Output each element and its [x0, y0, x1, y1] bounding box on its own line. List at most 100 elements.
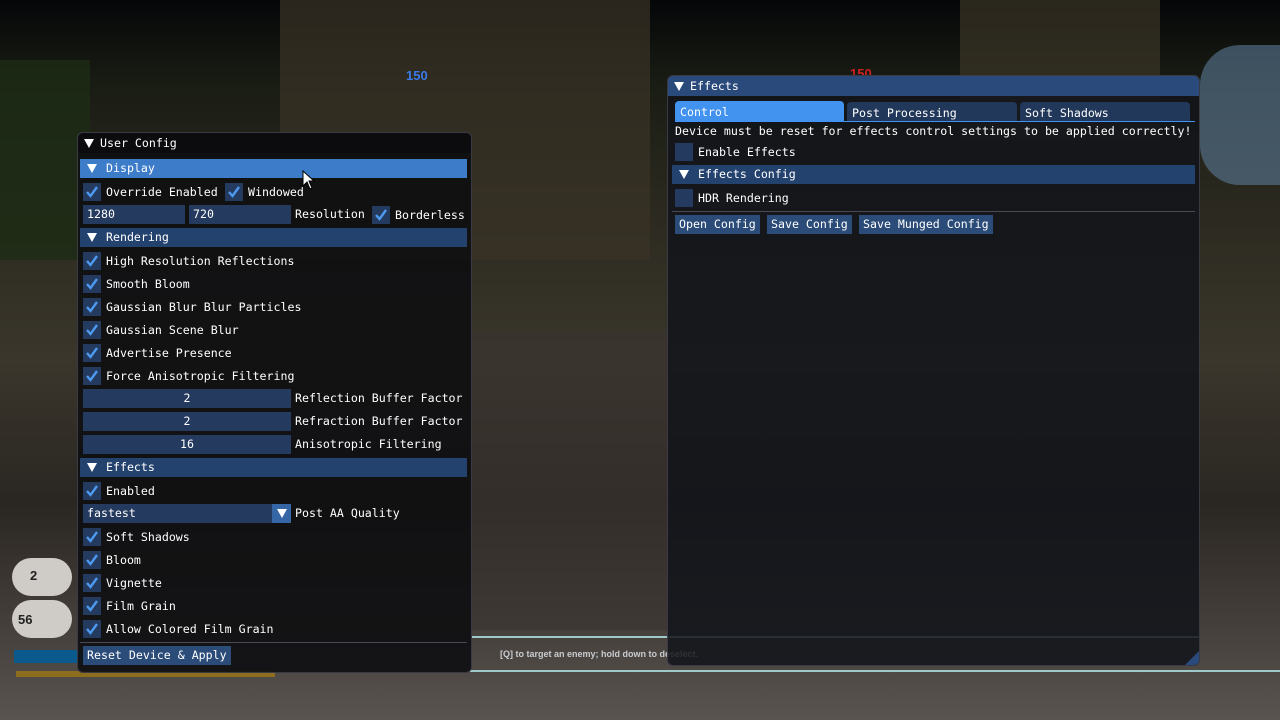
- effects-titlebar[interactable]: Effects: [668, 76, 1199, 96]
- reset-notice: Device must be reset for effects control…: [675, 124, 1192, 138]
- option-label: Soft Shadows: [106, 529, 190, 544]
- checkbox-icon: [83, 366, 101, 385]
- option-checkbox[interactable]: Gaussian Scene Blur: [83, 320, 239, 339]
- windowed-checkbox[interactable]: Windowed: [225, 182, 304, 201]
- window-title: Effects: [690, 79, 739, 93]
- option-label: Gaussian Scene Blur: [106, 322, 239, 337]
- tab-post-processing[interactable]: Post Processing: [847, 102, 1017, 122]
- hdr-rendering-label: HDR Rendering: [698, 190, 789, 205]
- option-checkbox[interactable]: Force Anisotropic Filtering: [83, 366, 294, 385]
- expand-arrow-icon: [87, 233, 97, 242]
- post-aa-quality-label: Post AA Quality: [295, 506, 400, 520]
- tab-control[interactable]: Control: [675, 101, 844, 121]
- reflection-buffer-factor-slider[interactable]: 2: [83, 389, 291, 408]
- save-munged-config-button[interactable]: Save Munged Config: [859, 215, 993, 234]
- enable-effects-checkbox[interactable]: Enable Effects: [675, 142, 796, 161]
- checkbox-icon: [83, 481, 101, 500]
- resolution-label: Resolution: [295, 207, 365, 221]
- checkbox-icon: [225, 182, 243, 201]
- checkbox-icon: [83, 251, 101, 270]
- effects-config-header[interactable]: Effects Config: [672, 165, 1195, 184]
- effects-header-label: Effects: [106, 460, 155, 474]
- counter-bottom-value: 56: [18, 612, 33, 627]
- effects-header[interactable]: Effects: [80, 458, 467, 477]
- effects-config-header-label: Effects Config: [698, 167, 796, 181]
- reset-device-apply-button[interactable]: Reset Device & Apply: [83, 646, 231, 665]
- hud-line: [470, 670, 1280, 672]
- blue-team-score: 150: [406, 68, 428, 83]
- option-checkbox[interactable]: Advertise Presence: [83, 343, 232, 362]
- expand-arrow-icon: [679, 170, 689, 179]
- option-checkbox[interactable]: High Resolution Reflections: [83, 251, 294, 270]
- effects-enabled-checkbox[interactable]: Enabled: [83, 481, 155, 500]
- counter-bottom: 56: [12, 600, 72, 638]
- checkbox-icon: [83, 274, 101, 293]
- anisotropic-filtering-label: Anisotropic Filtering: [295, 437, 442, 451]
- checkbox-icon: [83, 573, 101, 592]
- option-checkbox[interactable]: Soft Shadows: [83, 527, 190, 546]
- effects-window: Effects: [667, 75, 1200, 666]
- windowed-label: Windowed: [248, 184, 304, 199]
- option-checkbox[interactable]: Film Grain: [83, 596, 176, 615]
- collapse-arrow-icon[interactable]: [84, 138, 94, 148]
- expand-arrow-icon: [87, 463, 97, 472]
- option-label: Film Grain: [106, 598, 176, 613]
- window-title: User Config: [100, 136, 177, 150]
- anisotropic-filtering-slider[interactable]: 16: [83, 435, 291, 454]
- rendering-header[interactable]: Rendering: [80, 228, 467, 247]
- borderless-checkbox[interactable]: Borderless: [372, 205, 465, 224]
- collapse-arrow-icon[interactable]: [674, 81, 684, 91]
- divider: [672, 211, 1195, 212]
- option-checkbox[interactable]: Vignette: [83, 573, 162, 592]
- option-label: High Resolution Reflections: [106, 253, 295, 268]
- option-label: Advertise Presence: [106, 345, 232, 360]
- option-label: Gaussian Blur Blur Particles: [106, 299, 302, 314]
- effects-enabled-label: Enabled: [106, 483, 155, 498]
- checkbox-icon: [675, 188, 693, 207]
- expand-arrow-icon: [87, 164, 97, 173]
- checkbox-icon: [83, 527, 101, 546]
- display-header-label: Display: [106, 161, 155, 175]
- option-checkbox[interactable]: Allow Colored Film Grain: [83, 619, 274, 638]
- checkbox-icon: [83, 343, 101, 362]
- open-config-button[interactable]: Open Config: [675, 215, 760, 234]
- divider: [80, 642, 467, 643]
- checkbox-icon: [372, 205, 390, 224]
- option-label: Bloom: [106, 552, 141, 567]
- override-enabled-checkbox[interactable]: Override Enabled: [83, 182, 218, 201]
- option-label: Smooth Bloom: [106, 276, 190, 291]
- rendering-header-label: Rendering: [106, 230, 169, 244]
- override-enabled-label: Override Enabled: [106, 184, 218, 199]
- option-label: Vignette: [106, 575, 162, 590]
- tab-soft-shadows[interactable]: Soft Shadows: [1020, 102, 1190, 122]
- borderless-label: Borderless: [395, 207, 465, 222]
- refraction-buffer-factor-slider[interactable]: 2: [83, 412, 291, 431]
- resolution-width-input[interactable]: 1280: [83, 205, 185, 224]
- reflection-buffer-factor-label: Reflection Buffer Factor: [295, 391, 463, 405]
- counter-top-value: 2: [30, 568, 38, 583]
- checkbox-icon: [83, 619, 101, 638]
- resize-grip-icon[interactable]: [1185, 651, 1199, 665]
- resolution-height-input[interactable]: 720: [189, 205, 291, 224]
- enable-effects-label: Enable Effects: [698, 144, 796, 159]
- counter-top: 2: [12, 558, 72, 596]
- hdr-rendering-checkbox[interactable]: HDR Rendering: [675, 188, 789, 207]
- checkbox-icon: [83, 297, 101, 316]
- post-aa-quality-select[interactable]: fastest: [83, 504, 291, 523]
- checkbox-icon: [83, 550, 101, 569]
- option-label: Allow Colored Film Grain: [106, 621, 274, 636]
- option-checkbox[interactable]: Bloom: [83, 550, 141, 569]
- option-checkbox[interactable]: Smooth Bloom: [83, 274, 190, 293]
- post-aa-quality-value: fastest: [87, 506, 136, 520]
- option-checkbox[interactable]: Gaussian Blur Blur Particles: [83, 297, 301, 316]
- user-config-titlebar[interactable]: User Config: [78, 133, 471, 153]
- mouse-cursor-icon: [302, 170, 316, 190]
- checkbox-icon: [83, 182, 101, 201]
- save-config-button[interactable]: Save Config: [767, 215, 852, 234]
- refraction-buffer-factor-label: Refraction Buffer Factor: [295, 414, 463, 428]
- display-header[interactable]: Display: [80, 159, 467, 178]
- checkbox-icon: [83, 320, 101, 339]
- dropdown-arrow-icon[interactable]: [272, 504, 291, 523]
- checkbox-icon: [83, 596, 101, 615]
- option-label: Force Anisotropic Filtering: [106, 368, 295, 383]
